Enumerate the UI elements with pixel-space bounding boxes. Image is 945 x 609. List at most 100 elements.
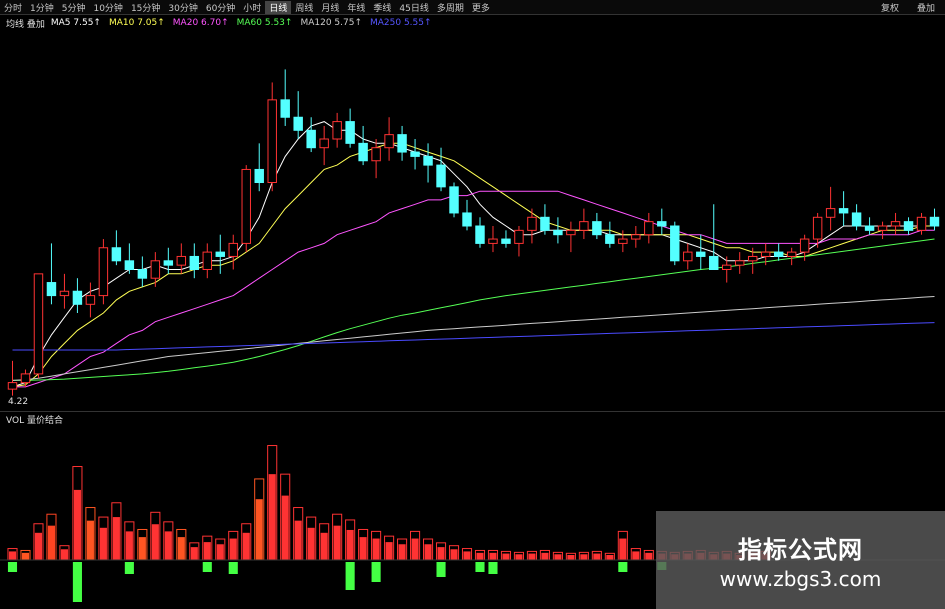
candle-body [319,138,329,149]
volume-negative-bar [72,562,82,602]
candle-body [747,255,758,262]
period-tab-2[interactable]: 5分钟 [58,1,90,14]
volume-negative-bar [202,562,212,572]
candle-body [423,155,433,166]
candle-body [527,216,537,231]
candle-body [916,216,927,231]
candle-body [825,208,836,218]
candle-body [228,242,238,257]
period-tab-9[interactable]: 周线 [291,1,317,14]
volume-negative-bar [228,562,238,574]
volume-bar [34,532,43,560]
candle-body [812,216,823,240]
period-tab-14[interactable]: 多周期 [433,1,468,14]
ma-legend-ma10: MA10 7.05↑ [108,18,165,28]
candle-body [760,251,771,257]
period-tab-10[interactable]: 月线 [317,1,343,14]
volume-negative-bar [618,562,628,572]
candle-body [734,260,745,266]
candle-body [786,251,797,257]
volume-bar [619,538,627,560]
candle-body [799,238,810,253]
period-tab-6[interactable]: 60分钟 [202,1,239,14]
candle-body [553,229,563,236]
candle-body [449,186,459,214]
period-tab-13[interactable]: 45日线 [395,1,432,14]
volume-bar [541,552,549,560]
volume-bar [190,547,198,560]
volume-negative-bar [436,562,446,577]
watermark-url: www.zbgs3.com [719,566,882,591]
volume-info-bar: VOL 量价结合 [0,412,945,426]
candle-body [436,164,446,188]
watermark-title: 指标公式网 [738,535,863,564]
candle-body [709,255,719,270]
period-tab-1[interactable]: 1分钟 [26,1,58,14]
candle-body [773,251,784,257]
volume-bar [489,552,497,560]
low-price-label: 4.22 [8,397,28,407]
period-tab-8[interactable]: 日线 [265,0,292,14]
volume-negative-bar [7,562,18,572]
period-tab-0[interactable]: 分时 [0,1,26,14]
period-tab-3[interactable]: 10分钟 [89,1,126,14]
volume-bar [229,538,237,560]
period-tab-5[interactable]: 30分钟 [164,1,201,14]
candle-body [644,221,654,236]
volume-bar [112,517,120,560]
candle-body [85,295,96,305]
candle-body [72,290,83,305]
candle-body [7,382,18,390]
volume-bar [645,552,653,560]
toolbar-right-0[interactable]: 复权 [877,1,903,14]
candle-body [20,373,31,384]
candle-body [540,216,550,231]
volume-bar [99,527,107,560]
candle-body [475,225,485,244]
period-tab-7[interactable]: 小时 [239,1,265,14]
volume-bar [515,554,523,560]
candle-body [657,221,667,227]
volume-bar [450,549,458,560]
ma-info-bar: 均线 叠加 MA5 7.55↑ MA10 7.05↑ MA20 6.70↑ MA60 … [0,15,945,31]
volume-bar [216,544,224,560]
volume-bar [242,532,250,560]
toolbar-right-1[interactable]: 叠加 [913,1,939,14]
candle-body [163,260,174,266]
volume-bar [346,529,354,560]
volume-bar [502,553,510,560]
volume-bar [463,551,471,560]
volume-bar [281,495,289,560]
period-tab-12[interactable]: 季线 [369,1,395,14]
volume-bar [554,554,562,560]
candle-body [46,282,57,297]
ma-legend-ma5: MA5 7.55↑ [50,18,101,28]
candle-body [410,151,420,157]
candle-body [462,212,472,227]
candle-body [890,221,901,227]
volume-negative-bar [488,562,498,574]
candlestick-chart[interactable]: 4.22 [0,32,945,410]
candle-body [124,260,135,271]
candle-body [280,99,290,118]
volume-indicator-label: VOL 量价结合 [6,415,63,426]
watermark: 指标公式网 www.zbgs3.com [656,511,945,609]
volume-bar [8,551,17,560]
ma-legend: MA5 7.55↑ MA10 7.05↑ MA20 6.70↑ MA60 5.53↑ M… [51,18,432,28]
volume-bar [73,489,81,560]
volume-bar [125,531,133,560]
period-tab-15[interactable]: 更多 [468,1,494,14]
candle-body [864,225,875,231]
ma-line-ma20 [12,190,935,388]
period-tab-11[interactable]: 年线 [343,1,369,14]
volume-negative-bar [371,562,381,582]
ma-legend-ma250: MA250 5.55↑ [370,18,432,28]
period-tab-4[interactable]: 15分钟 [127,1,164,14]
volume-bar [632,551,640,560]
candle-body [202,251,213,271]
candle-body [631,234,641,240]
candle-body [137,269,148,279]
candle-body [903,221,914,231]
ma-legend-ma120: MA120 5.75↑ [300,18,362,28]
ma-legend-ma20: MA20 6.70↑ [172,18,229,28]
